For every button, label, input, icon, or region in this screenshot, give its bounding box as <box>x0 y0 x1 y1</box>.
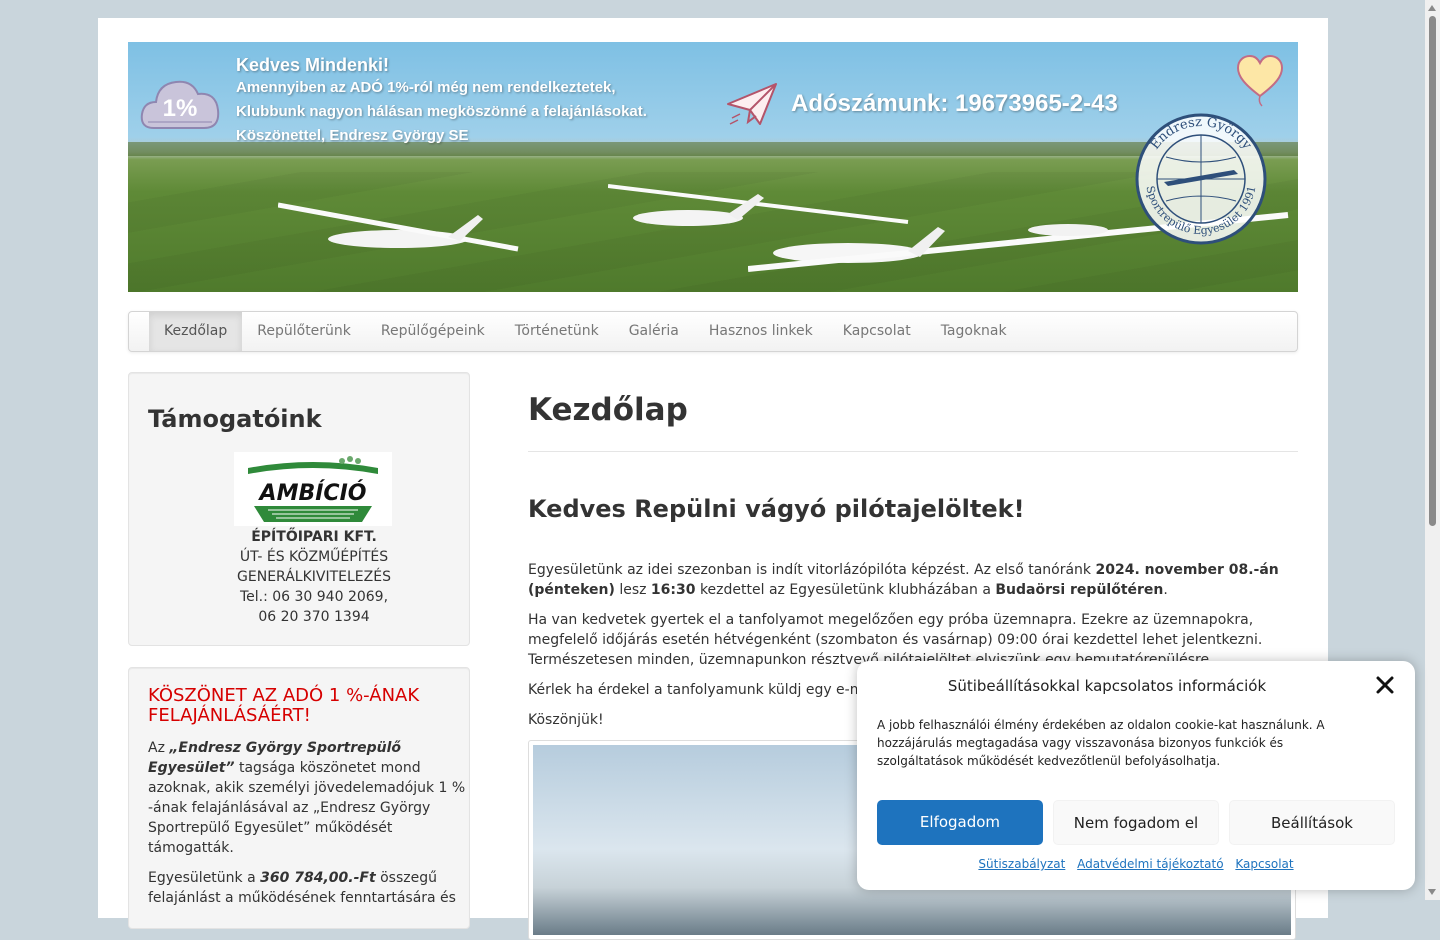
header-banner: 1% Kedves Mindenki! Amennyiben az ADÓ 1%… <box>128 42 1298 292</box>
accept-cookies-button[interactable]: Elfogadom <box>877 800 1043 845</box>
banner-greeting-title: Kedves Mindenki! <box>236 55 390 75</box>
tax-number-banner: Adószámunk: 19673965-2-43 <box>791 90 1118 117</box>
thanks-paragraph: Az „Endresz György Sportrepülő Egyesület… <box>148 738 470 858</box>
club-logo: Endresz György Sportrepülő Egyesület 199… <box>1135 113 1267 245</box>
nav-item-kezdolap[interactable]: Kezdőlap <box>149 312 243 351</box>
sponsor-line: 06 20 370 1394 <box>258 609 370 625</box>
nav-item-galeria[interactable]: Galéria <box>614 312 694 351</box>
p1-time: 16:30 <box>650 582 696 598</box>
thanks-p2-bold: 360 784,00.-Ft <box>260 870 376 886</box>
sponsor-line: ÉPÍTŐIPARI KFT. <box>251 529 377 545</box>
p1-location: Budaörsi repülőtéren <box>995 582 1164 598</box>
sponsors-widget: Támogatóink AMBÍCIÓ ÉPÍTŐIPARI KFT. ÚT- … <box>128 372 470 646</box>
cookie-description: A jobb felhasználói élmény érdekében az … <box>877 718 1325 768</box>
sponsor-line: ÚT- ÉS KÖZMŰÉPÍTÉS <box>239 549 389 565</box>
page-title: Kezdőlap <box>528 392 688 428</box>
article-heading: Kedves Repülni vágyó pilótajelöltek! <box>528 495 1025 523</box>
sponsors-title: Támogatóink <box>148 405 322 433</box>
thanks-p2-prefix: Egyesületünk a <box>148 870 261 886</box>
banner-greeting: Kedves Mindenki! Amennyiben az ADÓ 1%-ró… <box>236 54 647 148</box>
nav-item-tagoknak[interactable]: Tagoknak <box>926 312 1022 351</box>
glider-image <box>278 202 519 252</box>
title-divider <box>528 451 1298 452</box>
banner-greeting-line: Köszönettel, Endresz György SE <box>236 127 469 144</box>
close-icon[interactable] <box>1375 675 1395 695</box>
scroll-down-arrow-icon[interactable] <box>1428 889 1436 895</box>
sponsor-details: ÉPÍTŐIPARI KFT. ÚT- ÉS KÖZMŰÉPÍTÉS GENER… <box>129 527 499 627</box>
page-scrollbar[interactable] <box>1425 0 1440 900</box>
scrollbar-thumb[interactable] <box>1429 16 1436 526</box>
privacy-policy-link[interactable]: Adatvédelmi tájékoztató <box>1077 857 1223 871</box>
banner-greeting-line: Klubbunk nagyon hálásan megköszönné a fe… <box>236 103 647 120</box>
heart-icon <box>1236 54 1284 107</box>
cookie-policy-link[interactable]: Sütiszabályzat <box>978 857 1065 871</box>
thanks-amount-paragraph: Egyesületünk a 360 784,00.-Ft összegű fe… <box>148 868 470 908</box>
p1-text: Egyesületünk az idei szezonban is indít … <box>528 562 1096 578</box>
cloud-icon: 1% <box>140 80 220 129</box>
p1-text: lesz <box>614 582 651 598</box>
cloud-percent-text: 1% <box>163 95 198 122</box>
thanks-title: KÖSZÖNET AZ ADÓ 1 %-ÁNAK FELAJÁNLÁSÁÉRT! <box>148 685 420 726</box>
p1-text: . <box>1163 582 1168 598</box>
thanks-p1-prefix: Az <box>148 740 170 756</box>
cookie-consent-dialog: Sütibeállításokkal kapcsolatos informáci… <box>857 661 1415 890</box>
sponsor-line: Tel.: 06 30 940 2069, <box>239 589 389 605</box>
ambicio-logo-text: AMBÍCIÓ <box>258 480 367 506</box>
deny-cookies-button[interactable]: Nem fogadom el <box>1053 800 1219 845</box>
ambicio-logo[interactable]: AMBÍCIÓ <box>234 452 392 526</box>
sponsor-line: GENERÁLKIVITELEZÉS <box>237 569 391 585</box>
article-paragraph: Egyesületünk az idei szezonban is indít … <box>528 560 1298 600</box>
thanks-widget: KÖSZÖNET AZ ADÓ 1 %-ÁNAK FELAJÁNLÁSÁÉRT!… <box>128 667 470 929</box>
nav-item-repulogepeink[interactable]: Repülőgépeink <box>366 312 500 351</box>
banner-greeting-line: Amennyiben az ADÓ 1%-ról még nem rendelk… <box>236 79 616 96</box>
nav-item-hasznos-linkek[interactable]: Hasznos linkek <box>694 312 828 351</box>
main-nav: Kezdőlap Repülőterünk Repülőgépeink Tört… <box>128 311 1298 352</box>
nav-item-kapcsolat[interactable]: Kapcsolat <box>828 312 926 351</box>
p1-text: kezdettel az Egyesületünk klubházában a <box>695 582 996 598</box>
contact-link[interactable]: Kapcsolat <box>1235 857 1293 871</box>
cookie-settings-button[interactable]: Beállítások <box>1229 800 1395 845</box>
scroll-up-arrow-icon[interactable] <box>1428 5 1436 11</box>
glider-image <box>1028 224 1108 236</box>
nav-item-repuloterunk[interactable]: Repülőterünk <box>242 312 366 351</box>
paper-plane-icon <box>727 83 777 125</box>
cookie-title: Sütibeállításokkal kapcsolatos informáci… <box>947 677 1267 695</box>
nav-item-tortenetunk[interactable]: Történetünk <box>500 312 614 351</box>
cookie-links: Sütiszabályzat Adatvédelmi tájékoztató K… <box>857 857 1415 871</box>
